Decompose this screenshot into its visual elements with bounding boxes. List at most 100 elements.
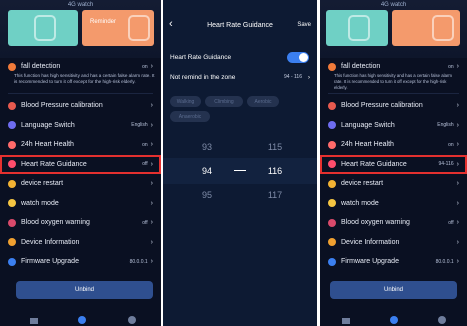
settings-row[interactable]: Device Information › bbox=[320, 233, 467, 252]
chevron-right-icon: › bbox=[150, 258, 153, 265]
picker-right-selected[interactable]: 116 bbox=[255, 166, 295, 176]
language-icon bbox=[8, 121, 16, 129]
settings-row[interactable]: watch mode › bbox=[320, 194, 467, 213]
chevron-right-icon: › bbox=[456, 238, 459, 246]
settings-row-label: 24h Heart Health bbox=[341, 141, 394, 148]
settings-row-value: on bbox=[448, 141, 454, 148]
settings-row-label: Heart Rate Guidance bbox=[341, 160, 407, 168]
info-icon bbox=[328, 238, 336, 246]
save-button[interactable]: Save bbox=[297, 22, 311, 28]
chevron-right-icon: › bbox=[150, 238, 153, 246]
fall-value: on bbox=[142, 63, 148, 70]
chevron-right-icon: › bbox=[150, 102, 153, 109]
heart-health-icon bbox=[8, 140, 16, 149]
settings-row[interactable]: Heart Rate Guidance 94-116 › bbox=[320, 154, 467, 174]
guidance-toggle[interactable] bbox=[287, 52, 309, 63]
watch-card[interactable] bbox=[326, 10, 388, 46]
chip-aerobic[interactable]: Aerobic bbox=[247, 96, 279, 107]
fall-value: on bbox=[448, 63, 454, 70]
settings-row[interactable]: 24h Heart Health on › bbox=[320, 135, 467, 154]
settings-row[interactable]: Firmware Upgrade 80.0.0.1 › bbox=[320, 252, 467, 271]
language-icon bbox=[328, 121, 336, 129]
picker-left-selected[interactable]: 94 bbox=[187, 166, 227, 176]
tab-stats-icon[interactable] bbox=[30, 316, 38, 324]
watch-icon bbox=[348, 15, 370, 41]
page-title: Heart Rate Guidance bbox=[207, 22, 273, 29]
heart-health-icon bbox=[328, 140, 336, 149]
chevron-right-icon: › bbox=[456, 102, 459, 109]
chevron-right-icon: › bbox=[150, 121, 153, 129]
tab-bar bbox=[0, 312, 161, 326]
heart-rate-icon bbox=[328, 160, 336, 168]
watch-mode-icon bbox=[8, 199, 16, 207]
watch-icon bbox=[34, 15, 56, 41]
settings-screen-left: 4G watch Reminder fall detection on › Th… bbox=[0, 0, 161, 326]
settings-row[interactable]: Device Information › bbox=[0, 233, 161, 252]
tab-profile-icon[interactable] bbox=[128, 316, 136, 324]
settings-screen-right: 4G watch fall detection on › This functi… bbox=[320, 0, 467, 326]
remind-label: Not remind in the zone bbox=[170, 74, 236, 81]
watch-title: 4G watch bbox=[67, 2, 94, 8]
settings-row[interactable]: watch mode › bbox=[0, 194, 161, 213]
settings-row-label: Firmware Upgrade bbox=[21, 258, 79, 265]
settings-row[interactable]: Blood oxygen warning off › bbox=[0, 213, 161, 232]
settings-row-label: 24h Heart Health bbox=[21, 141, 74, 148]
settings-row[interactable]: Language Switch English › bbox=[320, 116, 467, 135]
fall-icon bbox=[8, 62, 16, 71]
settings-row-value: off bbox=[142, 161, 148, 167]
picker-left-next[interactable]: 95 bbox=[187, 190, 227, 200]
reminder-card[interactable]: Reminder bbox=[82, 10, 154, 46]
upgrade-icon bbox=[328, 257, 336, 266]
chevron-right-icon: › bbox=[150, 141, 153, 148]
chevron-right-icon: › bbox=[456, 180, 459, 187]
tab-device-icon[interactable] bbox=[390, 316, 398, 324]
device-header: 4G watch Reminder bbox=[0, 0, 161, 58]
fall-icon bbox=[328, 62, 336, 71]
tab-stats-icon[interactable] bbox=[342, 316, 350, 324]
chip-walking[interactable]: Walking bbox=[170, 96, 201, 107]
chevron-right-icon: › bbox=[150, 63, 153, 70]
chevron-right-icon: › bbox=[456, 121, 459, 129]
settings-row-label: Language Switch bbox=[21, 121, 75, 129]
chevron-right-icon: › bbox=[150, 160, 153, 168]
settings-row[interactable]: 24h Heart Health on › bbox=[0, 135, 161, 154]
fall-label: fall detection bbox=[341, 63, 381, 70]
chevron-right-icon: › bbox=[456, 219, 459, 226]
settings-row[interactable]: Blood Pressure calibration › bbox=[0, 96, 161, 115]
picker-right-next[interactable]: 117 bbox=[255, 190, 295, 200]
settings-row-label: Blood oxygen warning bbox=[21, 219, 90, 226]
unbind-button[interactable]: Unbind bbox=[330, 281, 457, 299]
settings-row-value: off bbox=[142, 219, 148, 226]
reminder-label: Reminder bbox=[90, 19, 117, 25]
remind-zone-row[interactable]: Not remind in the zone 94 - 116 › bbox=[170, 74, 310, 81]
blood-pressure-icon bbox=[8, 101, 16, 110]
fall-description: This function has high sensitivity and h… bbox=[334, 73, 452, 90]
settings-row[interactable]: Firmware Upgrade 80.0.0.1 › bbox=[0, 252, 161, 271]
info-icon bbox=[8, 238, 16, 246]
settings-row[interactable]: Heart Rate Guidance off › bbox=[0, 154, 161, 174]
upgrade-icon bbox=[8, 257, 16, 266]
chevron-right-icon: › bbox=[456, 63, 459, 70]
settings-row[interactable]: Blood oxygen warning off › bbox=[320, 213, 467, 232]
chip-anaerobic[interactable]: Anaerobic bbox=[170, 111, 210, 122]
tab-device-icon[interactable] bbox=[78, 316, 86, 324]
settings-row[interactable]: Blood Pressure calibration › bbox=[320, 96, 467, 115]
settings-row[interactable]: device restart › bbox=[320, 174, 467, 193]
settings-row-label: Device Information bbox=[21, 238, 80, 246]
reminder-card[interactable] bbox=[392, 10, 460, 46]
unbind-button[interactable]: Unbind bbox=[16, 281, 153, 299]
watch-card[interactable] bbox=[8, 10, 78, 46]
picker-right-prev[interactable]: 115 bbox=[255, 142, 295, 152]
chip-climbing[interactable]: Climbing bbox=[205, 96, 243, 107]
settings-row-value: 94-116 bbox=[438, 161, 454, 167]
settings-row[interactable]: device restart › bbox=[0, 174, 161, 193]
settings-row-value: 80.0.0.1 bbox=[435, 258, 454, 265]
picker-left-prev[interactable]: 93 bbox=[187, 142, 227, 152]
tab-profile-icon[interactable] bbox=[438, 316, 446, 324]
chevron-right-icon: › bbox=[307, 74, 310, 81]
settings-row-label: Language Switch bbox=[341, 121, 395, 129]
settings-row-label: Blood Pressure calibration bbox=[341, 102, 423, 109]
fall-label: fall detection bbox=[21, 63, 61, 70]
heart-rate-guidance-screen: ‹ Heart Rate Guidance Save Heart Rate Gu… bbox=[163, 0, 317, 326]
settings-row[interactable]: Language Switch English › bbox=[0, 116, 161, 135]
